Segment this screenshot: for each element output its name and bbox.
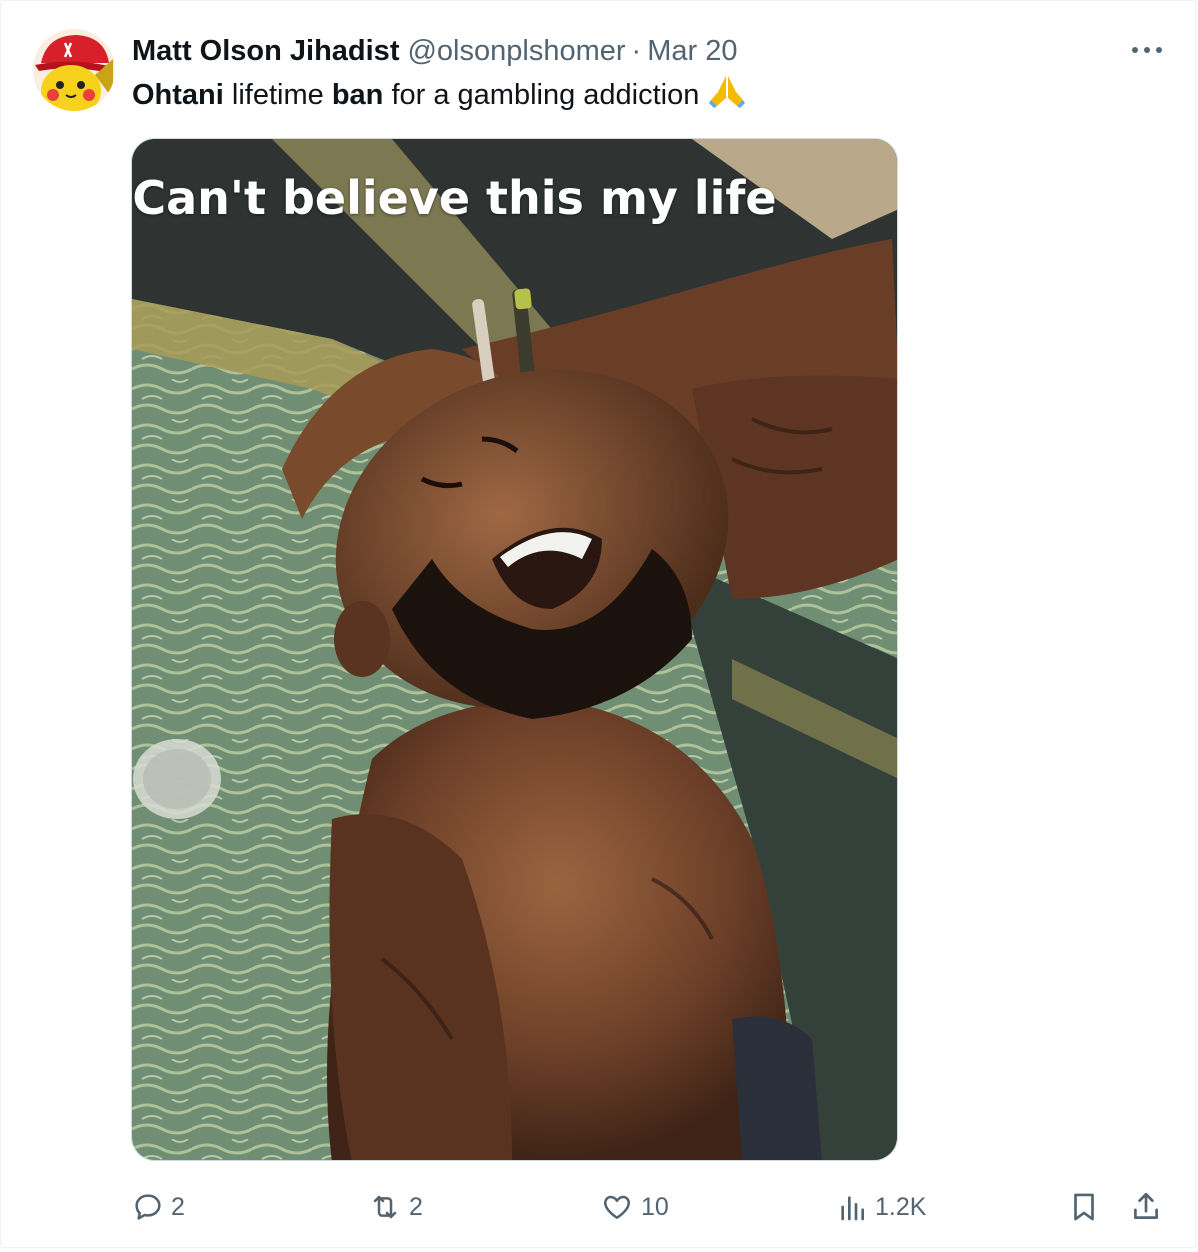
reply-button[interactable]: 2 (131, 1185, 185, 1229)
views-icon (841, 1196, 864, 1221)
author-name[interactable]: Matt Olson Jihadist (132, 35, 399, 68)
action-bar: 2 2 10 1.2K (1, 1185, 1195, 1229)
bookmark-icon (1074, 1193, 1094, 1221)
repost-button[interactable]: 2 (367, 1185, 423, 1229)
avatar-image (33, 29, 115, 111)
heart-icon (604, 1195, 630, 1219)
media-caption: Can't believe this my life (132, 171, 777, 225)
like-count: 10 (641, 1192, 669, 1221)
tweet-card[interactable]: Matt Olson Jihadist @olsonplshomer · Mar… (0, 0, 1196, 1248)
share-icon (1134, 1192, 1158, 1219)
avatar[interactable] (33, 29, 115, 111)
tweet-media-image[interactable]: Can't believe this my life (131, 138, 898, 1161)
tweet-text: Ohtani lifetime ban for a gambling addic… (132, 74, 746, 116)
share-button[interactable] (1129, 1185, 1163, 1229)
reply-icon (135, 1194, 161, 1220)
tweet-header: Matt Olson Jihadist @olsonplshomer · Mar… (132, 31, 737, 71)
views-count: 1.2K (875, 1192, 927, 1221)
reply-count: 2 (171, 1192, 185, 1221)
tweet-text-plain-2: for a gambling addiction (383, 78, 700, 111)
tweet-text-bold-2: ban (331, 78, 384, 111)
tweet-text-bold-1: Ohtani (132, 78, 224, 111)
praying-hands-emoji (709, 74, 746, 116)
repost-count: 2 (409, 1192, 423, 1221)
photo-illustration (132, 139, 897, 1160)
repost-icon (373, 1195, 397, 1219)
tweet-date[interactable]: Mar 20 (647, 35, 737, 68)
bookmark-button[interactable] (1067, 1185, 1101, 1229)
ellipsis-icon (1132, 47, 1162, 53)
author-handle[interactable]: @olsonplshomer (407, 35, 625, 68)
tweet-text-plain-1: lifetime (223, 78, 332, 111)
more-options-button[interactable] (1127, 37, 1167, 63)
like-button[interactable]: 10 (599, 1185, 669, 1229)
separator-dot: · (631, 34, 642, 67)
views-button[interactable]: 1.2K (835, 1185, 926, 1229)
praying-hands-icon (709, 76, 746, 108)
